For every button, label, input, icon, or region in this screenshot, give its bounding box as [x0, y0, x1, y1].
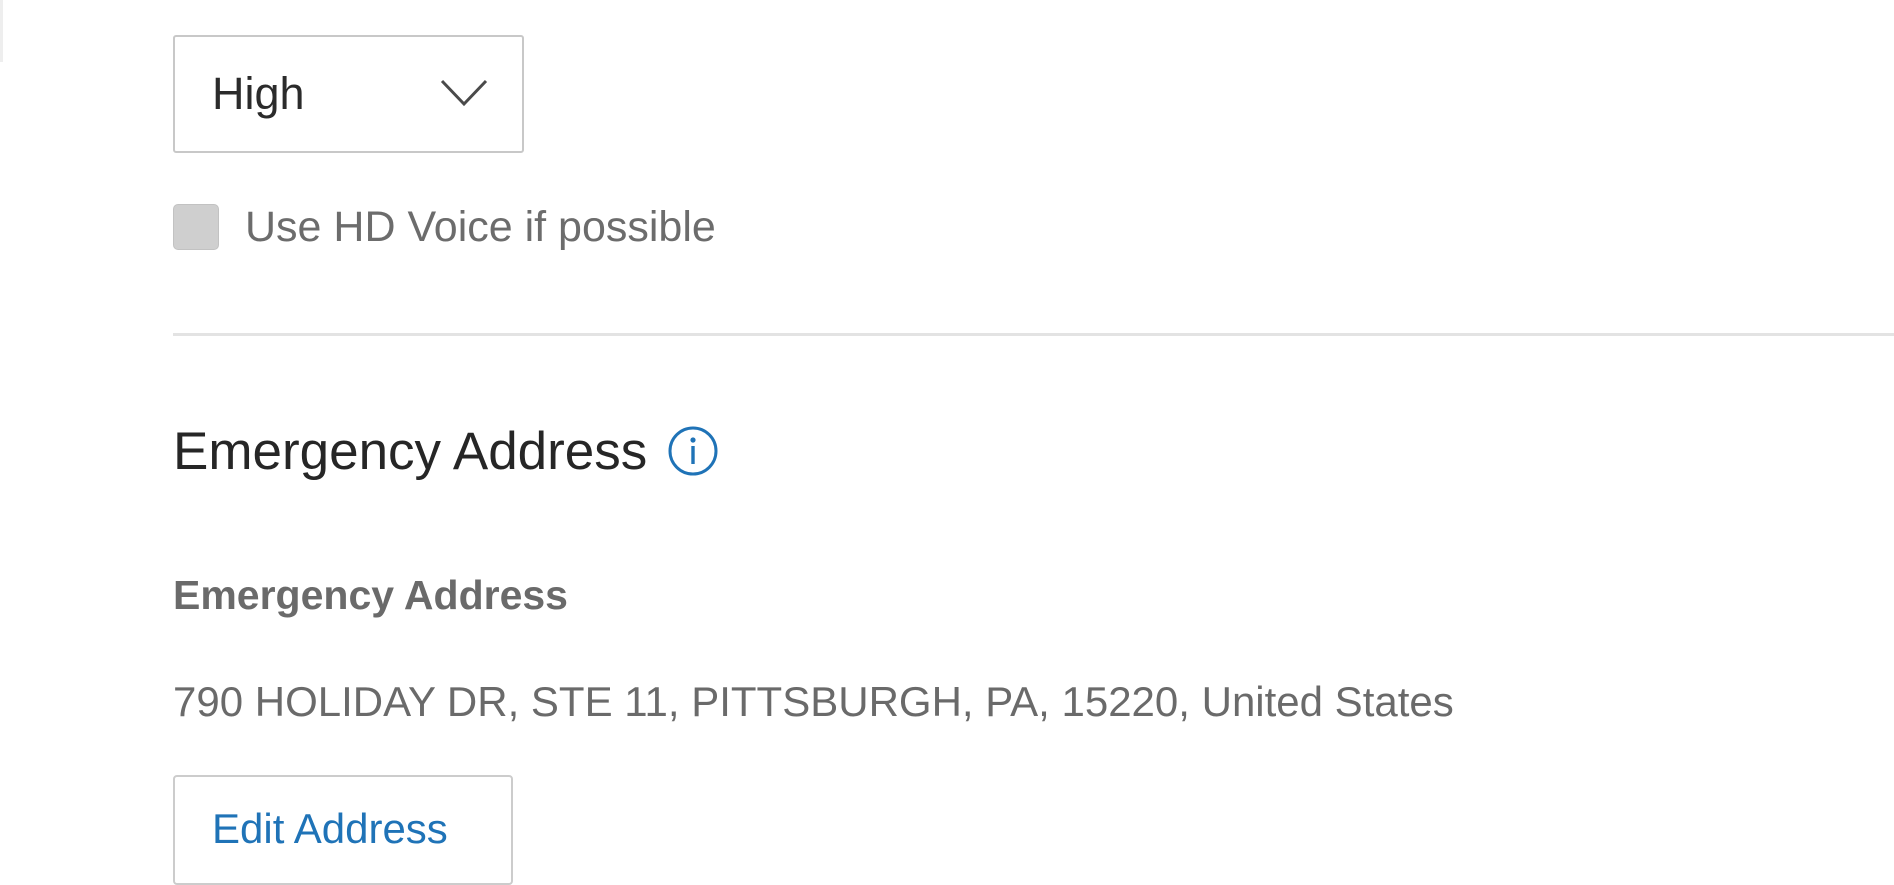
hd-voice-checkbox[interactable]	[173, 204, 219, 250]
emergency-address-label: Emergency Address	[173, 572, 568, 618]
hd-voice-option: Use HD Voice if possible	[173, 199, 716, 255]
section-divider	[173, 333, 1894, 336]
edit-address-label: Edit Address	[212, 805, 448, 852]
info-icon[interactable]	[667, 425, 719, 477]
scroll-edge	[0, 0, 3, 62]
audio-quality-select[interactable]: High	[173, 35, 524, 153]
emergency-address-value: 790 HOLIDAY DR, STE 11, PITTSBURGH, PA, …	[173, 678, 1454, 725]
chevron-down-icon	[440, 79, 488, 107]
emergency-address-header: Emergency Address	[173, 416, 719, 486]
edit-address-button[interactable]: Edit Address	[173, 775, 513, 885]
section-title: Emergency Address	[173, 421, 648, 481]
hd-voice-label[interactable]: Use HD Voice if possible	[245, 203, 716, 252]
audio-quality-value: High	[212, 68, 305, 119]
settings-panel: High Use HD Voice if possible Emergency …	[173, 0, 1894, 885]
